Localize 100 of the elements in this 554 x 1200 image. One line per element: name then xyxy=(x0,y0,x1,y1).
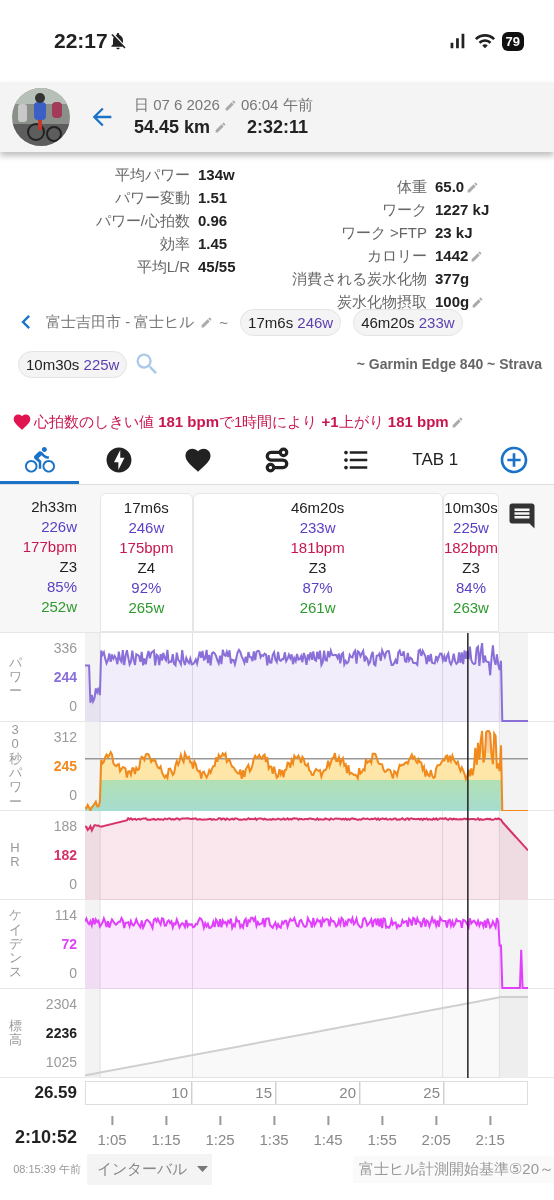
axis-title: 標高 xyxy=(8,1018,22,1048)
battery-level: 79 xyxy=(501,31,524,51)
heart-rate: 182bpm xyxy=(443,538,499,558)
tick-label: 188 xyxy=(53,817,77,834)
tick-label: 0 xyxy=(69,787,77,804)
tick-label: 2236 xyxy=(45,1025,77,1041)
stat-value: 1227 kJ xyxy=(435,200,490,220)
stat-label: 平均L/R xyxy=(135,257,190,277)
stat-label: パワー/心拍数 xyxy=(94,211,190,231)
distance-tick: 15 xyxy=(255,1081,276,1104)
zone: Z3 xyxy=(59,557,77,577)
stat-label: 体重 xyxy=(396,177,427,197)
pencil-icon[interactable] xyxy=(471,295,485,309)
duration: 46m20s xyxy=(290,498,345,518)
tick-label: 0 xyxy=(69,965,77,982)
duration: 10m30s xyxy=(444,498,498,518)
axis-title: HR xyxy=(9,840,21,870)
segment-label: 富士ヒル計測開始基準⑤20～ xyxy=(352,1155,554,1183)
stat-value: 1.51 xyxy=(198,188,228,208)
time-tick: 1:15 xyxy=(151,1116,181,1148)
tick-label: 72 xyxy=(61,936,77,952)
time-tick: 1:05 xyxy=(97,1116,127,1148)
average-power: 225w xyxy=(453,518,489,538)
status-time: 22:17 xyxy=(54,29,108,53)
separator: ~ xyxy=(219,313,229,331)
tab[interactable]: TAB 1 xyxy=(395,438,475,484)
interval-chip[interactable]: 10m30s 225w xyxy=(18,350,128,378)
percent: 92% xyxy=(131,578,162,598)
max-power: 265w xyxy=(128,598,165,618)
percent: 87% xyxy=(302,578,333,598)
zone: Z3 xyxy=(462,558,480,578)
route-icon xyxy=(264,446,290,473)
stat-label: ワーク xyxy=(381,200,427,220)
interval-card[interactable]: 46m20s 233w 181bpm Z3 87% 261w xyxy=(192,493,443,632)
tick-label: 0 xyxy=(69,698,77,715)
max-power: 263w xyxy=(453,598,489,618)
device-source: ~ Garmin Edge 840 ~ Strava xyxy=(356,356,542,372)
stat-label: 効率 xyxy=(159,234,190,254)
pencil-icon[interactable] xyxy=(466,180,480,194)
cursor-time: 2:10:52 xyxy=(13,1127,78,1148)
time-tick: 1:45 xyxy=(313,1116,343,1148)
interval-card[interactable]: 10m30s 225w 182bpm Z3 84% 263w xyxy=(442,493,500,632)
tick-label: 245 xyxy=(53,758,77,774)
ride-start-time: 06:04 午前 xyxy=(240,96,313,115)
stat-label: ワーク >FTP xyxy=(339,223,427,243)
tick-label: 182 xyxy=(53,847,77,863)
percent: 84% xyxy=(455,578,486,598)
stat-value: 65.0 xyxy=(435,177,465,197)
interval-card[interactable]: 17m6s 246w 175bpm Z4 92% 265w xyxy=(100,493,193,632)
stat-value: 0.96 xyxy=(198,211,228,231)
stat-label: カロリー xyxy=(366,246,427,266)
heart-rate: 175bpm xyxy=(119,538,174,558)
segment-name: 富士吉田市 - 富士ヒル xyxy=(46,312,195,332)
stat-value: 23 kJ xyxy=(435,223,473,243)
average-power: 233w xyxy=(299,518,336,538)
tick-label: 114 xyxy=(54,906,77,923)
stat-value: 1.45 xyxy=(198,234,228,254)
caret-icon xyxy=(197,1166,208,1172)
stat-value: 45/55 xyxy=(198,257,236,277)
time-tick: 1:35 xyxy=(259,1116,289,1148)
stat-label: パワー変動 xyxy=(114,188,190,208)
bike-icon xyxy=(24,444,55,475)
pencil-icon[interactable] xyxy=(450,415,464,429)
duration: 2h33m xyxy=(31,497,77,517)
tick-label: 1025 xyxy=(45,1054,77,1071)
time-tick: 2:15 xyxy=(475,1116,505,1148)
zone: Z4 xyxy=(137,558,156,578)
distance-tick: 25 xyxy=(423,1081,444,1104)
tick-label: 2304 xyxy=(45,995,77,1012)
heart-rate: 177bpm xyxy=(22,537,77,557)
stat-value: 134w xyxy=(198,165,235,185)
ride-distance: 54.45 km xyxy=(134,117,211,138)
ride-date: 日 07 6 2026 xyxy=(134,96,220,115)
tick-label: 244 xyxy=(53,669,77,685)
axis-title: 30秒パワー xyxy=(8,723,22,809)
tick-label: 0 xyxy=(69,876,77,893)
stat-label: 平均パワー xyxy=(114,165,190,185)
average-power: 226w xyxy=(41,517,77,537)
max-power: 252w xyxy=(41,597,77,617)
stat-value: 1442 xyxy=(435,246,469,266)
heart-icon xyxy=(12,412,32,432)
time-tick: 1:25 xyxy=(205,1116,235,1148)
time-tick: 1:55 xyxy=(367,1116,397,1148)
ride-duration: 2:32:11 xyxy=(247,117,309,138)
distance-tick: 10 xyxy=(171,1081,192,1104)
duration: 17m6s xyxy=(123,498,169,518)
pencil-icon[interactable] xyxy=(470,249,484,263)
distance-start: 26.59 xyxy=(33,1082,78,1103)
tick-label: 312 xyxy=(53,728,77,745)
stat-label: 消費される炭水化物 xyxy=(291,269,427,289)
stat-value: 377g xyxy=(435,269,470,289)
average-power: 246w xyxy=(128,518,165,538)
hr-threshold-text: 心拍数のしきい値 181 bpmで1時間により +1上がり 181 bpm xyxy=(34,412,449,432)
tick-label: 336 xyxy=(53,639,77,656)
axis-title: ケイデンス xyxy=(8,908,22,980)
distance-tick: 20 xyxy=(339,1081,360,1104)
heart-rate: 181bpm xyxy=(290,538,345,558)
pencil-icon[interactable] xyxy=(200,315,214,329)
max-power: 261w xyxy=(299,598,336,618)
time-tick: 2:05 xyxy=(421,1116,451,1148)
